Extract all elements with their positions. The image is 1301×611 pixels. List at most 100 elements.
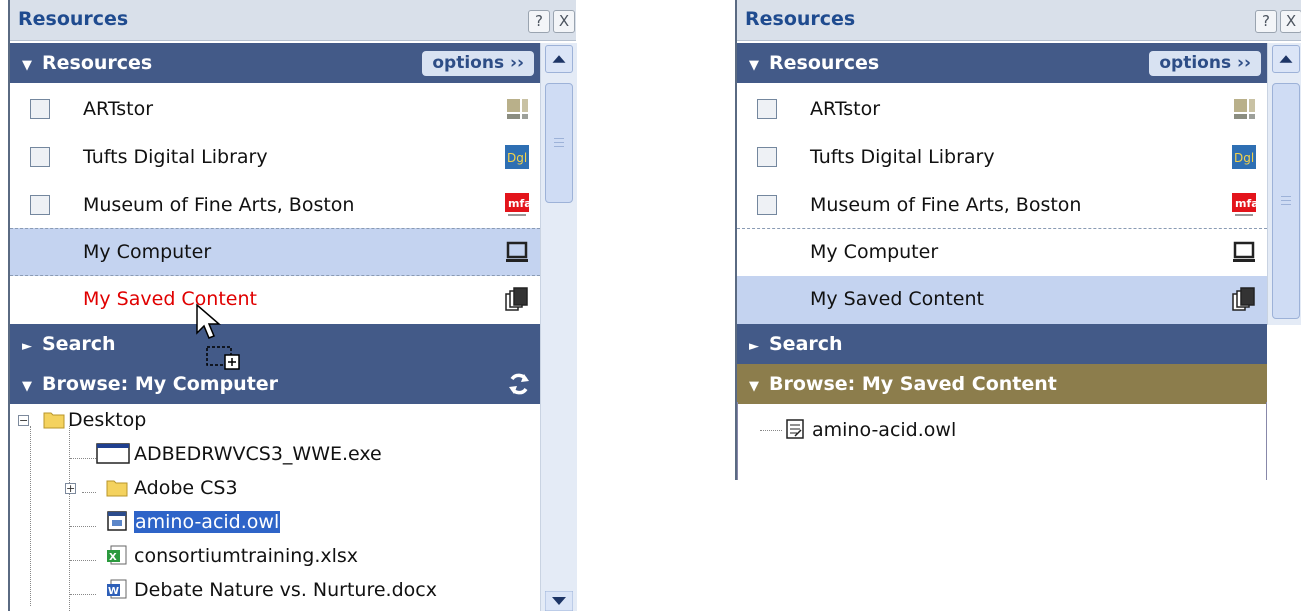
resource-label: Tufts Digital Library [810, 146, 995, 168]
tree-node-file[interactable]: ADBEDRWVCS3_WWE.exe [10, 438, 430, 472]
resources-section-header[interactable]: ▼ Resources options ›› [737, 43, 1267, 83]
resource-item-my-computer[interactable]: My Computer [737, 228, 1267, 276]
saved-content-list: amino-acid.owl [737, 402, 1267, 480]
saved-content-icon [505, 287, 528, 311]
resource-item-artstor[interactable]: ARTstor [737, 86, 1267, 134]
resource-label: My Computer [83, 241, 212, 263]
browse-section-header[interactable]: ▼ Browse: My Computer [10, 364, 540, 404]
options-button[interactable]: options ›› [1149, 51, 1261, 76]
options-button[interactable]: options ›› [422, 51, 534, 76]
resource-item-mfa[interactable]: Museum of Fine Arts, Boston mfa [737, 182, 1267, 230]
refresh-icon[interactable] [506, 371, 532, 397]
word-icon: W [107, 579, 127, 599]
checkbox[interactable] [757, 147, 777, 167]
svg-text:mfa: mfa [508, 197, 530, 210]
search-header-label: Search [42, 333, 116, 355]
checkbox[interactable] [30, 147, 50, 167]
scrollbar-thumb[interactable] [1272, 83, 1300, 319]
browse-section-header[interactable]: ▼ Browse: My Saved Content [737, 364, 1267, 404]
resource-item-tufts[interactable]: Tufts Digital Library Dgl [10, 134, 540, 182]
tree-node-label: Desktop [68, 409, 147, 431]
tree-node-file[interactable]: X consortiumtraining.xlsx [10, 540, 430, 574]
svg-text:W: W [108, 586, 119, 597]
vertical-scrollbar[interactable] [540, 43, 577, 611]
resources-panel-left: Resources ? X ▼ Resources options ›› ARTs… [8, 0, 578, 611]
scroll-down-arrow-icon[interactable] [545, 591, 573, 611]
scroll-up-arrow-icon[interactable] [545, 45, 573, 73]
document-icon [786, 419, 804, 439]
grip-line [554, 138, 564, 139]
drag-cursor-icon [196, 303, 240, 370]
grip-line [1281, 200, 1291, 201]
svg-text:mfa: mfa [1235, 197, 1257, 210]
svg-text:X: X [109, 552, 117, 563]
resource-item-artstor[interactable]: ARTstor [10, 86, 540, 134]
tree-node-label: amino-acid.owl [812, 419, 957, 441]
checkbox[interactable] [757, 99, 777, 119]
tree-node-label: consortiumtraining.xlsx [134, 545, 359, 567]
search-header-label: Search [769, 333, 843, 355]
svg-text:Dgl: Dgl [507, 151, 527, 165]
tree-node-label: ADBEDRWVCS3_WWE.exe [134, 443, 382, 465]
artstor-icon [1234, 99, 1255, 119]
scroll-up-arrow-icon[interactable] [1272, 45, 1300, 73]
resource-label: My Computer [810, 241, 939, 263]
checkbox[interactable] [30, 195, 50, 215]
resource-label: My Saved Content [810, 288, 984, 310]
search-section-header[interactable]: ► Search [737, 324, 1267, 364]
grip-line [554, 146, 564, 147]
tree-node-folder[interactable]: + Adobe CS3 [10, 472, 310, 506]
resources-header-label: Resources [769, 52, 880, 74]
resources-section-header[interactable]: ▼ Resources options ›› [10, 43, 540, 83]
collapsed-arrow-icon: ► [22, 339, 32, 354]
scrollbar-thumb[interactable] [545, 83, 573, 203]
browse-header-label: Browse: My Saved Content [769, 373, 1057, 395]
grip-line [554, 142, 564, 143]
folder-icon [43, 412, 65, 429]
file-tree: − Desktop ADBEDRWVCS3_WWE.exe + Adobe CS… [10, 400, 540, 611]
resources-header-label: Resources [42, 52, 153, 74]
expand-toggle-icon[interactable]: + [65, 483, 76, 494]
tree-node-desktop[interactable]: − Desktop [10, 404, 310, 438]
expanded-arrow-icon: ▼ [22, 58, 32, 73]
close-button[interactable]: X [1280, 10, 1301, 33]
collapsed-arrow-icon: ► [749, 339, 759, 354]
resource-item-my-saved-content[interactable]: My Saved Content [10, 276, 540, 324]
resource-item-my-saved-content[interactable]: My Saved Content [737, 276, 1267, 324]
collapse-toggle-icon[interactable]: − [18, 415, 29, 426]
vertical-scrollbar[interactable] [1267, 43, 1301, 325]
search-section-header[interactable]: ► Search [10, 324, 540, 364]
resource-item-my-computer[interactable]: My Computer [10, 228, 540, 276]
tufts-icon: Dgl [1232, 145, 1256, 169]
tree-node-file[interactable]: W Debate Nature vs. Nurture.docx [10, 574, 490, 608]
svg-text:Dgl: Dgl [1234, 151, 1254, 165]
resource-label: Tufts Digital Library [83, 146, 268, 168]
tree-node-label: amino-acid.owl [132, 510, 282, 534]
computer-icon [506, 241, 528, 262]
resource-label: Museum of Fine Arts, Boston [810, 194, 1082, 216]
saved-content-icon [1232, 287, 1255, 311]
checkbox[interactable] [757, 195, 777, 215]
resource-label: ARTstor [810, 98, 881, 120]
grip-line [1281, 204, 1291, 205]
resource-item-tufts[interactable]: Tufts Digital Library Dgl [737, 134, 1267, 182]
tree-node-label: Debate Nature vs. Nurture.docx [134, 579, 437, 601]
close-button[interactable]: X [553, 10, 575, 33]
artstor-icon [507, 99, 528, 119]
tree-node-file-selected[interactable]: amino-acid.owl [10, 506, 330, 540]
expanded-arrow-icon: ▼ [749, 58, 759, 73]
mfa-icon: mfa [1232, 193, 1257, 216]
resource-label: Museum of Fine Arts, Boston [83, 194, 355, 216]
folder-icon [106, 480, 128, 497]
grip-line [1281, 196, 1291, 197]
tree-node-file[interactable]: amino-acid.owl [738, 414, 1038, 448]
resource-label: ARTstor [83, 98, 154, 120]
tufts-icon: Dgl [505, 145, 529, 169]
excel-icon: X [107, 545, 127, 565]
computer-icon [1233, 241, 1255, 262]
resources-panel-right: Resources ? X ▼ Resources options ›› ARTs… [735, 0, 1301, 480]
resource-item-mfa[interactable]: Museum of Fine Arts, Boston mfa [10, 182, 540, 230]
tree-node-label: Adobe CS3 [134, 477, 238, 499]
checkbox[interactable] [30, 99, 50, 119]
mfa-icon: mfa [505, 193, 530, 216]
